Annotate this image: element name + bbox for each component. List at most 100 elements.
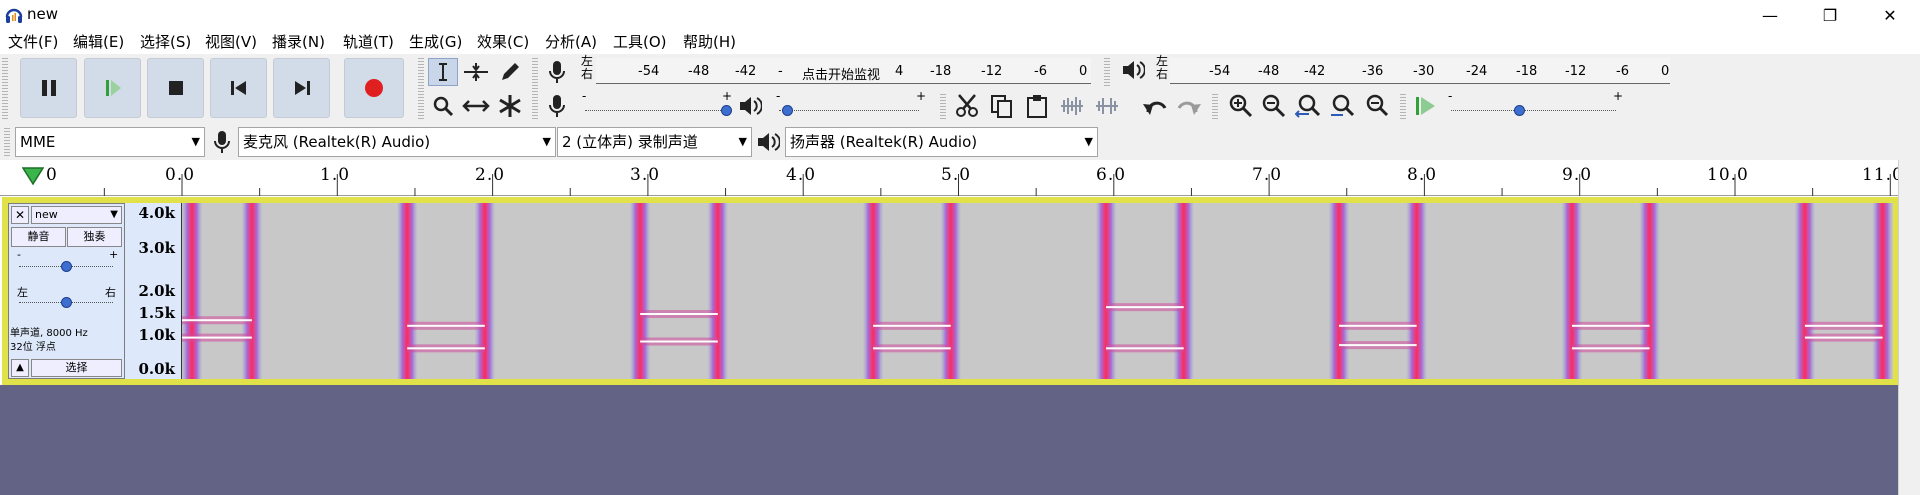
zoom-in-button[interactable] (1226, 92, 1256, 120)
play-at-speed-button[interactable] (1410, 92, 1440, 120)
slider-track (779, 110, 919, 111)
zoom-toolbar-grip[interactable] (1212, 92, 1218, 120)
onset-band (940, 203, 961, 379)
output-device-icon (753, 128, 783, 156)
transport-toolbar-grip[interactable] (2, 56, 8, 120)
freq-label: 3.0k (138, 239, 176, 257)
multi-tool-button[interactable] (495, 92, 525, 120)
maximize-button[interactable]: ❐ (1800, 0, 1860, 30)
silence-audio-button[interactable] (1092, 92, 1122, 120)
slider-thumb[interactable] (61, 297, 72, 308)
zoom-out-button[interactable] (1259, 92, 1289, 120)
stop-button[interactable] (147, 58, 204, 118)
track-close-button[interactable]: ✕ (11, 206, 29, 224)
collapse-track-button[interactable]: ▲ (11, 359, 29, 377)
pause-button[interactable] (20, 58, 77, 118)
onset-band (1173, 203, 1194, 379)
gain-plus: + (109, 248, 119, 261)
record-meter[interactable]: -54 -48 -42 - 点击开始监视 4 -18 -12 -6 0 (596, 58, 1091, 84)
mute-button[interactable]: 静音 (11, 227, 66, 247)
draw-tool-button[interactable] (495, 58, 525, 86)
device-toolbar-grip[interactable] (4, 126, 10, 156)
copy-button[interactable] (987, 92, 1017, 120)
play-speed-slider[interactable]: - + (1448, 89, 1624, 120)
slider-thumb[interactable] (781, 105, 793, 116)
redo-icon (1177, 101, 1201, 115)
slider-thumb[interactable] (1513, 105, 1525, 116)
menu-select[interactable]: 选择(S) (140, 31, 191, 53)
slider-thumb[interactable] (720, 105, 732, 116)
play-meter-grip[interactable] (1104, 56, 1110, 88)
trim-audio-button[interactable] (1057, 92, 1087, 120)
menu-tracks[interactable]: 轨道(T) (343, 31, 394, 53)
stop-icon (168, 81, 183, 95)
menu-generate[interactable]: 生成(G) (409, 31, 462, 53)
edit-toolbar-grip[interactable] (940, 92, 946, 120)
rec-tick: -12 (981, 64, 1003, 79)
playback-device-select[interactable]: 扬声器 (Realtek(R) Audio) ▼ (785, 127, 1098, 157)
zoom-toggle-icon (1366, 94, 1389, 117)
window-title: new (27, 5, 59, 23)
onset-band (474, 203, 495, 379)
slider-minus: - (776, 89, 781, 103)
vertical-scrollbar[interactable] (1898, 160, 1920, 495)
menu-file[interactable]: 文件(F) (8, 31, 58, 53)
ruler-ticks (103, 174, 1891, 196)
slider-minus: - (582, 89, 587, 103)
rec-tick: -6 (1034, 64, 1047, 79)
play-tick: -6 (1616, 64, 1629, 79)
redo-button[interactable] (1174, 92, 1204, 120)
cut-button[interactable] (952, 92, 982, 120)
record-volume-icon-button (542, 92, 572, 120)
skip-to-start-button[interactable] (210, 58, 267, 118)
mixer-toolbar-grip[interactable] (532, 92, 538, 120)
recording-device-select[interactable]: 麦克风 (Realtek(R) Audio) ▼ (238, 127, 556, 157)
play-button[interactable] (84, 58, 141, 118)
skip-end-icon (294, 81, 310, 95)
zoom-tool-button[interactable] (428, 92, 458, 120)
track-name-menu[interactable]: new ▼ (31, 206, 122, 224)
play-at-speed-grip[interactable] (1400, 92, 1406, 120)
fit-project-button[interactable] (1327, 92, 1357, 120)
menu-view[interactable]: 视图(V) (205, 31, 257, 53)
time-shift-tool-button[interactable] (461, 92, 491, 120)
play-meter-button[interactable] (1118, 56, 1148, 84)
menu-tools[interactable]: 工具(O) (613, 31, 667, 53)
solo-button[interactable]: 独奏 (67, 227, 122, 247)
record-button[interactable] (344, 58, 404, 118)
selection-tool-button[interactable] (428, 58, 458, 86)
spectrogram-view[interactable] (182, 203, 1893, 379)
recording-channels-select[interactable]: 2 (立体声) 录制声道 ▼ (557, 127, 752, 157)
menu-effect[interactable]: 效果(C) (477, 31, 529, 53)
gain-slider[interactable]: - + (17, 248, 118, 276)
zoom-out-icon (1262, 94, 1286, 118)
menu-analyze[interactable]: 分析(A) (545, 31, 597, 53)
close-button[interactable]: ✕ (1860, 0, 1920, 30)
undo-button[interactable] (1140, 92, 1170, 120)
minimize-button[interactable]: — (1740, 0, 1800, 30)
menu-help[interactable]: 帮助(H) (683, 31, 736, 53)
tools-toolbar-grip[interactable] (418, 56, 424, 120)
menu-edit[interactable]: 编辑(E) (73, 31, 124, 53)
tone-line (1571, 324, 1650, 327)
skip-to-end-button[interactable] (273, 58, 330, 118)
menu-transport[interactable]: 播录(N) (272, 31, 325, 53)
record-meter-button[interactable] (542, 58, 572, 86)
onset-band (1096, 203, 1117, 379)
empty-track-area[interactable] (0, 385, 1898, 495)
title-bar (0, 0, 1920, 30)
slider-track (585, 110, 725, 111)
slider-thumb[interactable] (61, 261, 72, 272)
record-volume-slider[interactable]: - + (582, 89, 732, 120)
zoom-toggle-button[interactable] (1361, 92, 1391, 120)
playback-volume-slider[interactable]: - + (776, 89, 926, 120)
tone-line (407, 324, 485, 327)
audio-host-select[interactable]: MME ▼ (15, 127, 205, 157)
select-track-button[interactable]: 选择 (31, 359, 122, 377)
fit-selection-button[interactable] (1293, 92, 1323, 120)
envelope-tool-button[interactable] (461, 58, 491, 86)
play-meter[interactable]: -54 -48 -42 -36 -30 -24 -18 -12 -6 0 (1170, 58, 1670, 84)
paste-button[interactable] (1022, 92, 1052, 120)
pan-slider[interactable]: 左 右 (17, 286, 117, 312)
play-tick: -30 (1413, 64, 1435, 79)
